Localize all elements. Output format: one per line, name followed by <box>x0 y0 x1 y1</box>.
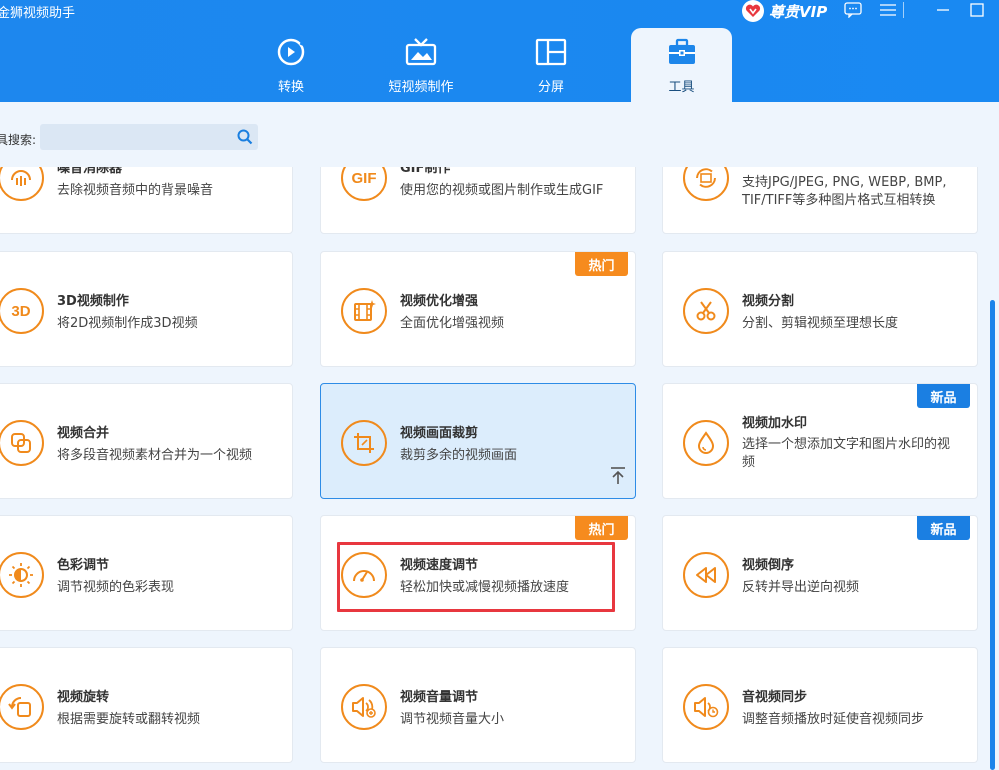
tool-desc: 根据需要旋转或翻转视频 <box>57 712 201 727</box>
tool-title: 色彩调节 <box>57 558 110 573</box>
vip-label: 尊贵VIP <box>769 2 828 21</box>
tool-title: 视频画面裁剪 <box>400 426 479 441</box>
maximize-icon[interactable] <box>966 0 988 20</box>
tool-card-crop[interactable]: 视频画面裁剪 裁剪多余的视频画面 <box>320 383 636 499</box>
tool-list: 噪音消除器 去除视频音频中的背景噪音 GIF GIF制作 使用您的视频或图片制作… <box>0 167 999 770</box>
tool-card-rotate[interactable]: 视频旋转 根据需要旋转或翻转视频 <box>0 647 293 763</box>
title-bar: 金狮视频助手 尊贵VIP 转换 短视频制作 分屏 工具 <box>0 0 999 102</box>
tool-title: 视频倒序 <box>742 558 795 573</box>
tool-title: GIF制作 <box>400 167 451 176</box>
tool-card-enhance[interactable]: 热门 视频优化增强 全面优化增强视频 <box>320 251 636 367</box>
tool-title: 视频旋转 <box>57 690 110 705</box>
noise-icon <box>0 167 44 201</box>
pin-top-icon[interactable] <box>610 467 626 490</box>
tool-desc: 使用您的视频或图片制作或生成GIF <box>400 183 604 198</box>
tool-card-sync[interactable]: 音视频同步 调整音频播放时延使音视频同步 <box>662 647 978 763</box>
vip-button[interactable]: 尊贵VIP <box>742 0 827 22</box>
tool-card-watermark[interactable]: 新品 视频加水印 选择一个想添加文字和图片水印的视频 <box>662 383 978 499</box>
tab-label: 转换 <box>277 80 304 95</box>
tool-desc: 将2D视频制作成3D视频 <box>57 316 198 331</box>
short-video-icon <box>405 36 437 68</box>
tool-desc: 调节视频音量大小 <box>400 712 505 727</box>
tool-card-noise[interactable]: 噪音消除器 去除视频音频中的背景噪音 <box>0 167 293 234</box>
tab-label: 分屏 <box>537 80 564 95</box>
merge-icon <box>0 420 44 466</box>
tool-card-split[interactable]: 视频分割 分割、剪辑视频至理想长度 <box>662 251 978 367</box>
feedback-icon[interactable] <box>842 0 864 20</box>
tool-title: 视频分割 <box>742 294 795 309</box>
tool-desc: 选择一个想添加文字和图片水印的视频 <box>742 437 951 470</box>
tool-card-reverse[interactable]: 新品 视频倒序 反转并导出逆向视频 <box>662 515 978 631</box>
search-input[interactable] <box>44 127 230 147</box>
3d-icon: 3D <box>0 288 44 334</box>
3d-icon-text: 3D <box>11 302 31 320</box>
tool-title: 视频优化增强 <box>400 294 479 309</box>
tool-card-color[interactable]: 色彩调节 调节视频的色彩表现 <box>0 515 293 631</box>
tool-desc: 反转并导出逆向视频 <box>742 580 860 595</box>
tool-title: 音视频同步 <box>742 690 808 705</box>
tool-desc: 裁剪多余的视频画面 <box>400 448 518 463</box>
volume-icon <box>341 684 387 730</box>
tool-card-image-convert[interactable]: 支持JPG/JPEG, PNG, WEBP, BMP, TIF/TIFF等多种图… <box>662 167 978 234</box>
vip-heart-icon <box>742 0 764 22</box>
tool-desc: 全面优化增强视频 <box>400 316 505 331</box>
tool-card-3d[interactable]: 3D 3D视频制作 将2D视频制作成3D视频 <box>0 251 293 367</box>
title-divider <box>902 0 904 20</box>
search-icon[interactable] <box>237 129 253 150</box>
gif-icon: GIF <box>341 167 387 201</box>
enhance-icon <box>341 288 387 334</box>
tab-short-video[interactable]: 短视频制作 <box>381 28 461 102</box>
tool-card-gif[interactable]: GIF GIF制作 使用您的视频或图片制作或生成GIF <box>320 167 636 234</box>
tool-desc: 分割、剪辑视频至理想长度 <box>742 316 899 331</box>
tool-title: 3D视频制作 <box>57 294 129 309</box>
hot-badge: 热门 <box>575 516 628 540</box>
tool-desc: 支持JPG/JPEG, PNG, WEBP, BMP, TIF/TIFF等多种图… <box>742 175 947 208</box>
tab-split-screen[interactable]: 分屏 <box>520 28 582 102</box>
tab-label: 工具 <box>668 80 695 95</box>
image-convert-icon <box>683 167 729 201</box>
app-title: 金狮视频助手 <box>0 6 76 21</box>
gif-icon-text: GIF <box>351 169 377 187</box>
reverse-icon <box>683 552 729 598</box>
tool-card-merge[interactable]: 视频合并 将多段音视频素材合并为一个视频 <box>0 383 293 499</box>
tool-title: 视频音量调节 <box>400 690 479 705</box>
tab-tools[interactable]: 工具 <box>631 28 732 102</box>
search-box <box>40 124 258 150</box>
tool-desc: 调整音频播放时延使音视频同步 <box>742 712 925 727</box>
minimize-icon[interactable] <box>932 0 954 20</box>
tool-title: 视频加水印 <box>742 416 808 431</box>
rotate-icon <box>0 684 44 730</box>
toolbox-icon <box>667 36 697 68</box>
convert-icon <box>276 36 306 68</box>
color-icon <box>0 552 44 598</box>
new-badge: 新品 <box>917 384 970 408</box>
menu-icon[interactable] <box>877 0 899 20</box>
hot-badge: 热门 <box>575 252 628 276</box>
tool-desc: 去除视频音频中的背景噪音 <box>57 183 214 198</box>
new-badge: 新品 <box>917 516 970 540</box>
tool-title: 噪音消除器 <box>57 167 123 176</box>
scrollbar[interactable] <box>990 300 995 770</box>
tab-label: 短视频制作 <box>388 80 454 95</box>
tool-desc: 调节视频的色彩表现 <box>57 580 175 595</box>
watermark-icon <box>683 420 729 466</box>
search-label: 具搜索: <box>0 133 37 147</box>
tool-card-volume[interactable]: 视频音量调节 调节视频音量大小 <box>320 647 636 763</box>
sync-icon <box>683 684 729 730</box>
tab-convert[interactable]: 转换 <box>256 28 326 102</box>
split-screen-icon <box>535 36 567 68</box>
crop-icon <box>341 420 387 466</box>
tool-title: 视频合并 <box>57 426 110 441</box>
highlight-box <box>337 542 615 612</box>
main-nav: 转换 短视频制作 分屏 工具 <box>0 28 999 102</box>
scissors-icon <box>683 288 729 334</box>
tool-desc: 将多段音视频素材合并为一个视频 <box>57 448 253 463</box>
